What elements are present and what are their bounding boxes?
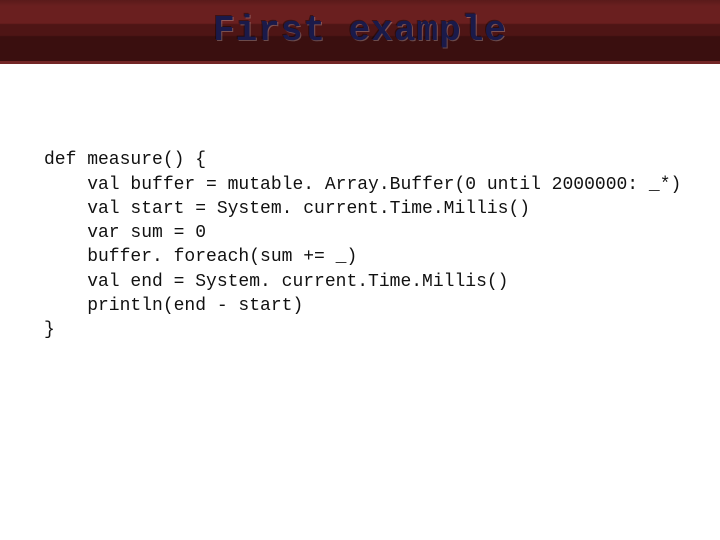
code-line: } (44, 320, 55, 340)
code-line: val start = System. current.Time.Millis(… (44, 199, 530, 219)
slide-header: First example (0, 0, 720, 64)
code-line: def measure() { (44, 150, 206, 170)
code-line: val end = System. current.Time.Millis() (44, 272, 508, 292)
code-line: println(end - start) (44, 296, 303, 316)
code-line: var sum = 0 (44, 223, 206, 243)
code-example: def measure() { val buffer = mutable. Ar… (44, 124, 720, 343)
slide-title: First example (213, 10, 507, 51)
code-line: buffer. foreach(sum += _) (44, 247, 357, 267)
code-line: val buffer = mutable. Array.Buffer(0 unt… (44, 175, 681, 195)
